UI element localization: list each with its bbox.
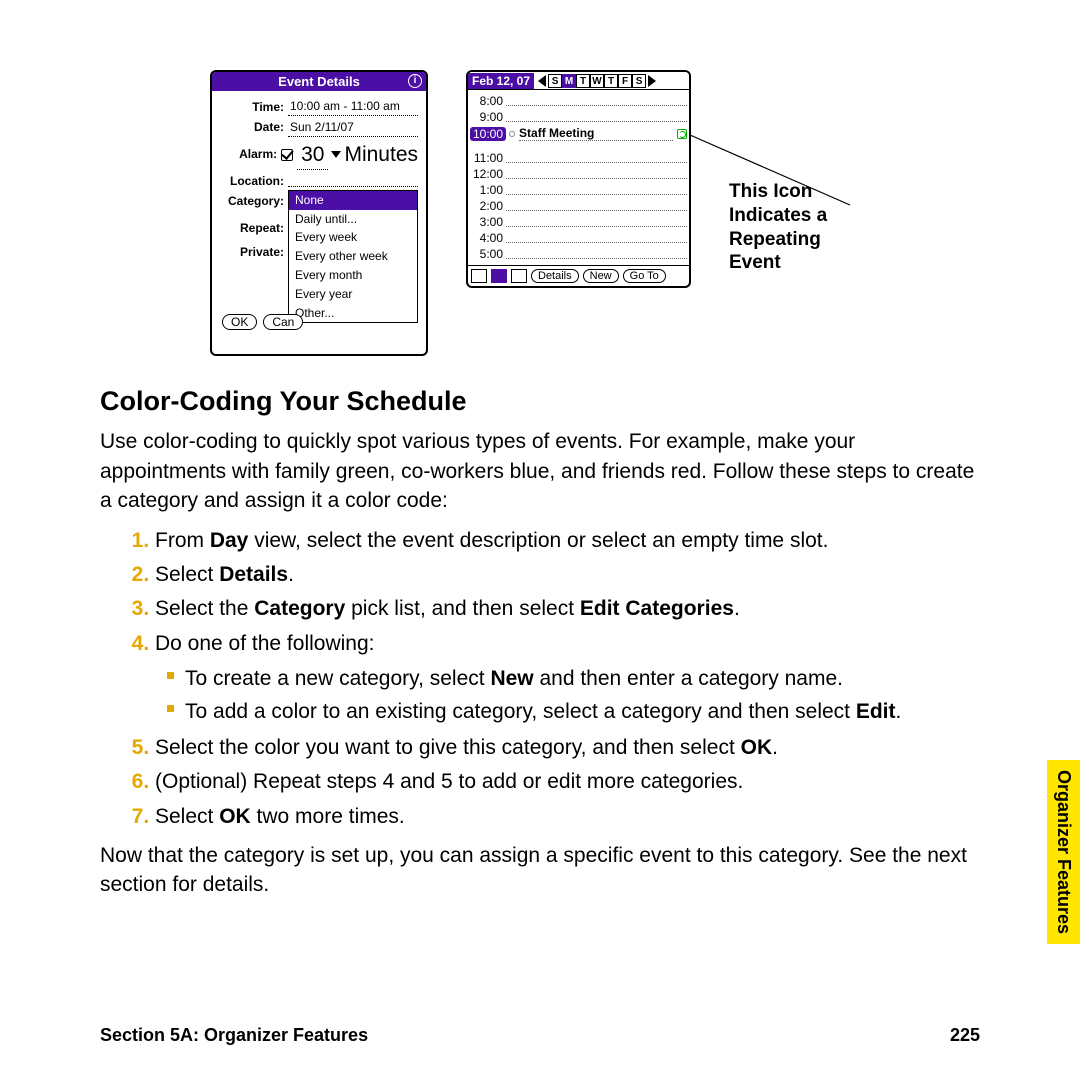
new-button[interactable]: New [583, 269, 619, 283]
cancel-button[interactable]: Can [263, 314, 303, 330]
side-tab: Organizer Features [1047, 760, 1080, 944]
section-heading: Color-Coding Your Schedule [100, 386, 980, 417]
dropdown-option[interactable]: Every week [289, 228, 417, 247]
time-slot[interactable]: 5:00 [470, 247, 506, 261]
day-m[interactable]: M [562, 74, 576, 88]
calendar-day-view: Feb 12, 07 S M T W T F S 8:00 9:00 10:00… [466, 70, 691, 288]
private-label: Private: [220, 244, 288, 261]
repeat-icon [677, 129, 687, 139]
next-week-icon[interactable] [648, 75, 656, 87]
step-3: Select the Category pick list, and then … [155, 594, 980, 623]
day-f[interactable]: F [618, 74, 632, 88]
day-s2[interactable]: S [632, 74, 646, 88]
time-label: Time: [220, 99, 288, 116]
time-slot[interactable]: 2:00 [470, 199, 506, 213]
dialog-title: Event Details [278, 74, 360, 89]
location-field[interactable] [288, 175, 418, 187]
time-slot[interactable]: 4:00 [470, 231, 506, 245]
dropdown-icon[interactable] [331, 151, 341, 158]
time-slot[interactable]: 1:00 [470, 183, 506, 197]
step-5: Select the color you want to give this c… [155, 733, 980, 762]
time-slot[interactable]: 11:00 [470, 151, 506, 165]
details-button[interactable]: Details [531, 269, 579, 283]
category-label: Category: [220, 193, 288, 210]
callout-text: This Icon Indicates a Repeating Event [729, 180, 859, 275]
time-slot[interactable]: 3:00 [470, 215, 506, 229]
ok-button[interactable]: OK [222, 314, 257, 330]
dropdown-option[interactable]: Daily until... [289, 210, 417, 229]
calendar-date[interactable]: Feb 12, 07 [468, 73, 534, 89]
date-label: Date: [220, 119, 288, 136]
day-w[interactable]: W [590, 74, 604, 88]
location-label: Location: [220, 173, 288, 190]
step-6: (Optional) Repeat steps 4 and 5 to add o… [155, 767, 980, 796]
day-t2[interactable]: T [604, 74, 618, 88]
day-t[interactable]: T [576, 74, 590, 88]
time-slot[interactable]: 12:00 [470, 167, 506, 181]
view-icon-1[interactable] [471, 269, 487, 283]
step-1: From Day view, select the event descript… [155, 526, 980, 555]
date-field[interactable]: Sun 2/11/07 [288, 119, 418, 137]
time-field[interactable]: 10:00 am - 11:00 am [288, 98, 418, 116]
step-7: Select OK two more times. [155, 802, 980, 831]
step-4-sub-1: To create a new category, select New and… [185, 664, 980, 693]
view-icon-2[interactable] [491, 269, 507, 283]
dropdown-option[interactable]: Every year [289, 285, 417, 304]
dropdown-option[interactable]: None [289, 191, 417, 210]
repeat-dropdown[interactable]: None Daily until... Every week Every oth… [288, 190, 418, 324]
dropdown-option[interactable]: Every month [289, 266, 417, 285]
repeat-label: Repeat: [220, 220, 288, 237]
step-4: Do one of the following: To create a new… [155, 629, 980, 727]
alarm-unit: Minutes [344, 140, 418, 169]
intro-paragraph: Use color-coding to quickly spot various… [100, 427, 980, 515]
step-4-sub-2: To add a color to an existing category, … [185, 697, 980, 726]
alarm-field[interactable]: 30 Minutes [281, 140, 418, 170]
time-slot[interactable]: 8:00 [470, 94, 506, 108]
alarm-value[interactable]: 30 [297, 140, 328, 170]
goto-button[interactable]: Go To [623, 269, 666, 283]
dropdown-option[interactable]: Every other week [289, 247, 417, 266]
info-icon[interactable]: i [408, 74, 422, 88]
view-icon-3[interactable] [511, 269, 527, 283]
step-2: Select Details. [155, 560, 980, 589]
event-time[interactable]: 10:00 [470, 127, 506, 141]
outro-paragraph: Now that the category is set up, you can… [100, 841, 980, 900]
day-s[interactable]: S [548, 74, 562, 88]
category-dot-icon [509, 131, 515, 137]
prev-week-icon[interactable] [538, 75, 546, 87]
time-slot[interactable]: 9:00 [470, 110, 506, 124]
footer-page: 225 [950, 1025, 980, 1046]
dialog-titlebar: Event Details i [212, 72, 426, 91]
alarm-checkbox-icon[interactable] [281, 149, 293, 161]
event-title[interactable]: Staff Meeting [519, 126, 673, 141]
steps-list: From Day view, select the event descript… [100, 526, 980, 832]
footer-section: Section 5A: Organizer Features [100, 1025, 368, 1046]
event-details-dialog: Event Details i Time: 10:00 am - 11:00 a… [210, 70, 428, 356]
alarm-label: Alarm: [220, 146, 281, 163]
